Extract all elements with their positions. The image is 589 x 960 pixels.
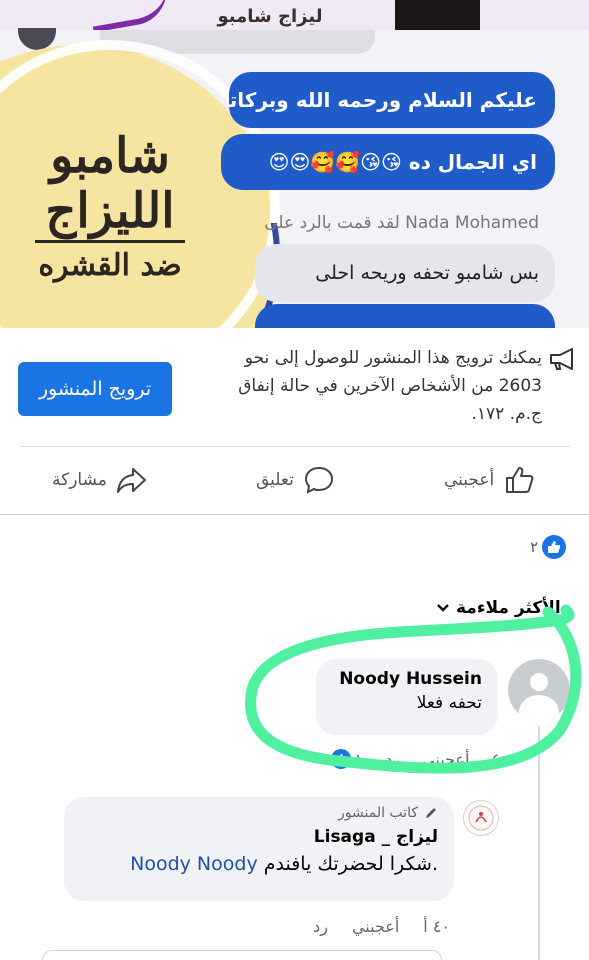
- mention-link[interactable]: Noody Noody: [130, 853, 258, 875]
- boost-post-button[interactable]: ترويج المنشور: [18, 362, 172, 416]
- top-strip-text: ليزاج شامبو: [217, 6, 323, 27]
- sort-label: الأكثر ملاءمة: [456, 598, 561, 618]
- thumbs-up-icon: [506, 467, 534, 493]
- page-logo-icon: [468, 805, 494, 831]
- avatar-body: [519, 695, 559, 721]
- comment-reply-link[interactable]: رد: [313, 917, 328, 936]
- image-top-strip: ليزاج شامبو: [0, 0, 589, 33]
- brand-logo: شامبو الليزاج ضد القشره: [10, 128, 210, 283]
- boost-description: يمكنك ترويج هذا المنشور للوصول إلى نحو 2…: [238, 348, 542, 424]
- comment-time: ٤٠ أ: [423, 916, 450, 936]
- comment-author[interactable]: ليزاج _ Lisaga: [80, 827, 438, 847]
- next-comment-cut: [42, 950, 442, 960]
- comment-bubble: Noody Hussein تحفه فعلا: [316, 659, 498, 735]
- chevron-down-icon: [437, 604, 449, 612]
- author-badge-label: كاتب المنشور: [338, 805, 418, 821]
- pencil-icon: [426, 808, 436, 818]
- megaphone-icon: [550, 348, 573, 370]
- like-reaction-icon: [330, 749, 351, 769]
- chat-bubble-compliment: اي الجمال ده 😘😘🥰🥰😍😍: [221, 134, 555, 190]
- avatar-head: [530, 673, 548, 691]
- comment-label: تعليق: [256, 470, 294, 490]
- comment-time: ٤: [491, 749, 500, 769]
- divider: [20, 446, 570, 447]
- comment-reactions[interactable]: ١: [330, 749, 364, 769]
- comment-sort-dropdown[interactable]: الأكثر ملاءمة: [436, 594, 561, 622]
- comment-actions: ٤ أعجبني رد ١: [250, 745, 500, 773]
- comment-like-link[interactable]: أعجبني: [352, 917, 399, 936]
- screen: ليزاج شامبو شامبو الليزاج ضد القشره عليك…: [0, 0, 589, 960]
- logo-rule: [35, 240, 185, 243]
- comment-body: .شكرا لحضرتك يافندم: [263, 853, 438, 875]
- reaction-count: ٢: [530, 538, 539, 556]
- reply-thread-line: [538, 726, 540, 960]
- divider: [0, 514, 589, 515]
- author-badge: كاتب المنشور: [80, 805, 438, 821]
- product-bottle: [395, 0, 480, 30]
- comment-author[interactable]: Noody Hussein: [332, 669, 482, 689]
- comment-reaction-count: ١: [354, 749, 364, 769]
- page-avatar[interactable]: [463, 800, 499, 836]
- like-reaction-icon: [542, 535, 567, 559]
- chat-bubble-cut-bottom: [255, 304, 555, 328]
- logo-line-2: الليزاج: [45, 183, 175, 239]
- logo-line-3: ضد القشره: [38, 248, 182, 283]
- share-button[interactable]: مشاركة: [52, 458, 149, 502]
- like-button[interactable]: أعجبني: [444, 458, 536, 502]
- comment-icon: [304, 466, 333, 494]
- like-label: أعجبني: [444, 470, 495, 490]
- chat-bubble-reply: بس شامبو تحفه وريحه احلى: [255, 244, 555, 302]
- reply-comment-bubble: كاتب المنشور ليزاج _ Lisaga .شكرا لحضرتك…: [64, 797, 454, 901]
- comment-button[interactable]: تعليق: [256, 458, 336, 502]
- comment-actions: ٤٠ أ أعجبني رد: [270, 912, 450, 940]
- logo-line-1: شامبو: [50, 128, 170, 184]
- post-image[interactable]: ليزاج شامبو شامبو الليزاج ضد القشره عليك…: [0, 0, 589, 328]
- comment-like-link[interactable]: أعجبني: [422, 750, 469, 769]
- comment-text: تحفه فعلا: [416, 693, 482, 713]
- reply-header: Nada Mohamed لقد قمت بالرد على: [264, 213, 539, 233]
- share-label: مشاركة: [52, 470, 107, 490]
- purple-swoosh: [87, 0, 173, 33]
- avatar[interactable]: [508, 659, 570, 721]
- chat-bubble-greeting: عليكم السلام ورحمه الله وبركاته: [229, 72, 555, 128]
- comment-reply-link[interactable]: رد: [385, 750, 400, 769]
- reaction-summary[interactable]: ٢: [530, 534, 567, 560]
- share-icon: [116, 468, 146, 493]
- comment-text: .شكرا لحضرتك يافندم Noody Noody: [80, 853, 438, 875]
